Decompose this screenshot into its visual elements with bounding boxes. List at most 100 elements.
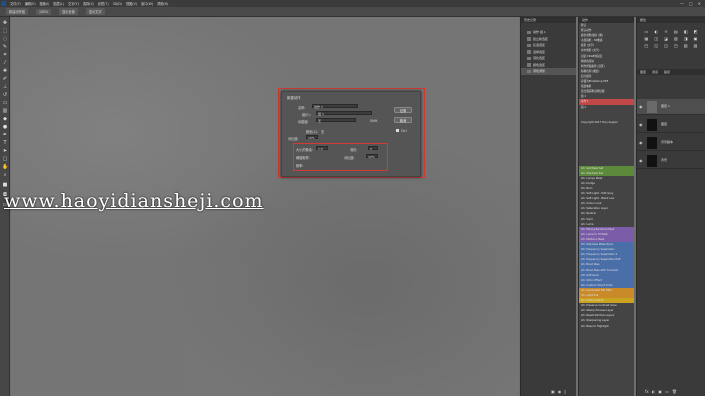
shape-tool-icon[interactable]: ▢ <box>2 157 8 162</box>
crop-tool-icon[interactable]: ⌗ <box>2 53 8 58</box>
adjustment-preset-icon[interactable]: ◐ <box>652 29 661 35</box>
record-button[interactable]: 记录 <box>394 107 412 113</box>
set-label: 组(E): <box>302 113 311 117</box>
adjustment-preset-icon[interactable]: ▭ <box>642 29 651 35</box>
feather-input[interactable]: 0 <box>368 146 378 151</box>
eyedropper-tool-icon[interactable]: ⁄ <box>2 61 8 66</box>
quick-select-tool-icon[interactable]: ✎ <box>2 45 8 50</box>
adjustment-preset-icon[interactable]: ▥ <box>671 36 680 42</box>
menu-edit[interactable]: 编辑(E) <box>25 1 36 6</box>
maximize-icon[interactable]: □ <box>689 1 693 6</box>
menu-3d[interactable]: 3D(D) <box>113 2 122 6</box>
adjustment-preset-icon[interactable]: ◲ <box>662 43 671 49</box>
foreground-color-icon[interactable]: ■ <box>2 183 8 188</box>
gradient-tool-icon[interactable]: ▥ <box>2 109 8 114</box>
history-thumb-icon <box>527 43 531 47</box>
properties-panel-tab[interactable]: 属性 <box>637 17 705 23</box>
path-select-icon[interactable]: ➤ <box>2 149 8 154</box>
menu-select[interactable]: 选择(S) <box>83 1 94 6</box>
tab-paths[interactable]: 路径 <box>664 69 670 75</box>
delete-layer-icon[interactable]: 🗑 <box>672 389 677 394</box>
adjustment-preset-icon[interactable]: ☼ <box>662 29 671 35</box>
layer-row[interactable]: ◉ 背景 <box>637 153 705 169</box>
menu-image[interactable]: 图像(I) <box>40 1 50 6</box>
adjustment-preset-icon[interactable]: ▦ <box>642 36 651 42</box>
set-select[interactable]: 组 1 <box>316 111 372 116</box>
menu-file[interactable]: 文件(F) <box>10 1 21 6</box>
misc-value[interactable]: 10% <box>306 135 318 140</box>
adjustment-preset-icon[interactable]: ◰ <box>642 43 651 49</box>
stamp-tool-icon[interactable]: ⊥ <box>2 85 8 90</box>
cancel-button[interactable]: 取消 <box>394 117 412 123</box>
group-icon[interactable]: ▣ <box>658 389 662 394</box>
brush-tool-icon[interactable]: ✐ <box>2 77 8 82</box>
move-tool-icon[interactable]: ✥ <box>2 21 8 26</box>
menu-layer[interactable]: 图层(L) <box>53 1 64 6</box>
option-new-group[interactable]: 新建动作组 <box>6 8 28 15</box>
color-value[interactable]: 无 <box>321 129 324 134</box>
history-brush-icon[interactable]: ↺ <box>2 93 8 98</box>
contrast-input[interactable]: 10% <box>366 154 378 159</box>
adjustment-preset-icon[interactable]: ◱ <box>652 43 661 49</box>
misc-label: 对比度: <box>288 137 299 141</box>
adjustment-preset-icon[interactable]: ◨ <box>681 36 690 42</box>
hand-tool-icon[interactable]: ✋ <box>2 165 8 170</box>
menu-bar: 文件(F) 编辑(E) 图像(I) 图层(L) 文字(Y) 选择(S) 滤镜(T… <box>0 0 705 7</box>
adjustment-icon[interactable]: ◐ <box>652 389 656 394</box>
name-input[interactable]: 动作 1 <box>312 104 358 109</box>
visibility-eye-icon[interactable]: ◉ <box>639 104 643 109</box>
menu-type[interactable]: 文字(Y) <box>68 1 79 6</box>
adjustment-preset-icon[interactable]: ◩ <box>691 29 700 35</box>
history-item-label: 羽化选区 <box>533 56 546 60</box>
layer-row-selected[interactable]: ◉ 图层 1 <box>637 99 705 115</box>
visibility-eye-icon[interactable]: ◉ <box>639 122 643 127</box>
healing-tool-icon[interactable]: ✚ <box>2 69 8 74</box>
menu-help[interactable]: 帮助(H) <box>157 1 168 6</box>
menu-window[interactable]: 窗口(W) <box>141 1 153 6</box>
lasso-tool-icon[interactable]: ◌ <box>2 37 8 42</box>
adjustment-preset-icon[interactable]: ◳ <box>671 43 680 49</box>
snapshot-icon[interactable]: ▣ <box>551 389 555 394</box>
layer-name: 图层 <box>661 122 668 126</box>
adjustment-preset-icon[interactable]: ▣ <box>691 36 700 42</box>
visibility-eye-icon[interactable]: ◉ <box>639 158 643 163</box>
action-list-item[interactable]: Gh: Base to Highlight <box>579 324 634 329</box>
pixel-size-input[interactable]: 1.0 <box>316 146 328 151</box>
shift-checkbox-label[interactable]: Shift <box>370 119 377 123</box>
option-show-text[interactable]: 显示文字 <box>85 8 105 15</box>
adjustment-preset-icon[interactable]: ▨ <box>691 43 700 49</box>
option-show-all[interactable]: 显示全部 <box>59 8 78 15</box>
trash-icon[interactable]: ▯ <box>564 389 566 394</box>
minimize-icon[interactable]: — <box>680 1 684 6</box>
layer-thumbnail <box>647 119 657 131</box>
blur-tool-icon[interactable]: ◆ <box>2 117 8 122</box>
menu-view[interactable]: 视图(V) <box>126 1 137 6</box>
adjustment-preset-icon[interactable]: ▧ <box>681 43 690 49</box>
option-zoom[interactable]: 100% <box>35 8 52 15</box>
adjustment-preset-icon[interactable]: ◧ <box>681 29 690 35</box>
adjustment-preset-icon[interactable]: ▤ <box>671 29 680 35</box>
tab-channels[interactable]: 通道 <box>652 69 658 75</box>
marquee-tool-icon[interactable]: ⬚ <box>2 29 8 34</box>
layer-row[interactable]: ◉ 背景副本 <box>637 135 705 151</box>
close-icon[interactable]: ✕ <box>698 1 701 6</box>
visibility-eye-icon[interactable]: ◉ <box>639 140 643 145</box>
eraser-tool-icon[interactable]: ▭ <box>2 101 8 106</box>
fkey-select[interactable]: 无 <box>316 118 356 123</box>
layer-row[interactable]: ◉ 图层 <box>637 117 705 133</box>
name-label: 名称: <box>298 106 306 110</box>
tab-layers[interactable]: 图层 <box>640 69 646 75</box>
adjustment-preset-icon[interactable]: ◪ <box>662 36 671 42</box>
history-item-selected[interactable]: 调色调整 <box>521 68 576 75</box>
new-layer-icon[interactable]: ▭ <box>665 389 669 394</box>
pen-tool-icon[interactable]: ✒ <box>2 133 8 138</box>
dodge-tool-icon[interactable]: ● <box>2 125 8 130</box>
menu-filter[interactable]: 滤镜(T) <box>98 1 109 6</box>
ctrl-checkbox[interactable] <box>396 129 399 132</box>
adjustment-preset-icon[interactable]: ◫ <box>652 36 661 42</box>
type-tool-icon[interactable]: T <box>2 141 8 146</box>
layer-name: 背景 <box>661 158 668 162</box>
zoom-tool-icon[interactable]: ⌕ <box>2 173 8 178</box>
fx-icon[interactable]: fx <box>645 389 649 394</box>
camera-icon[interactable]: ◉ <box>558 389 562 394</box>
